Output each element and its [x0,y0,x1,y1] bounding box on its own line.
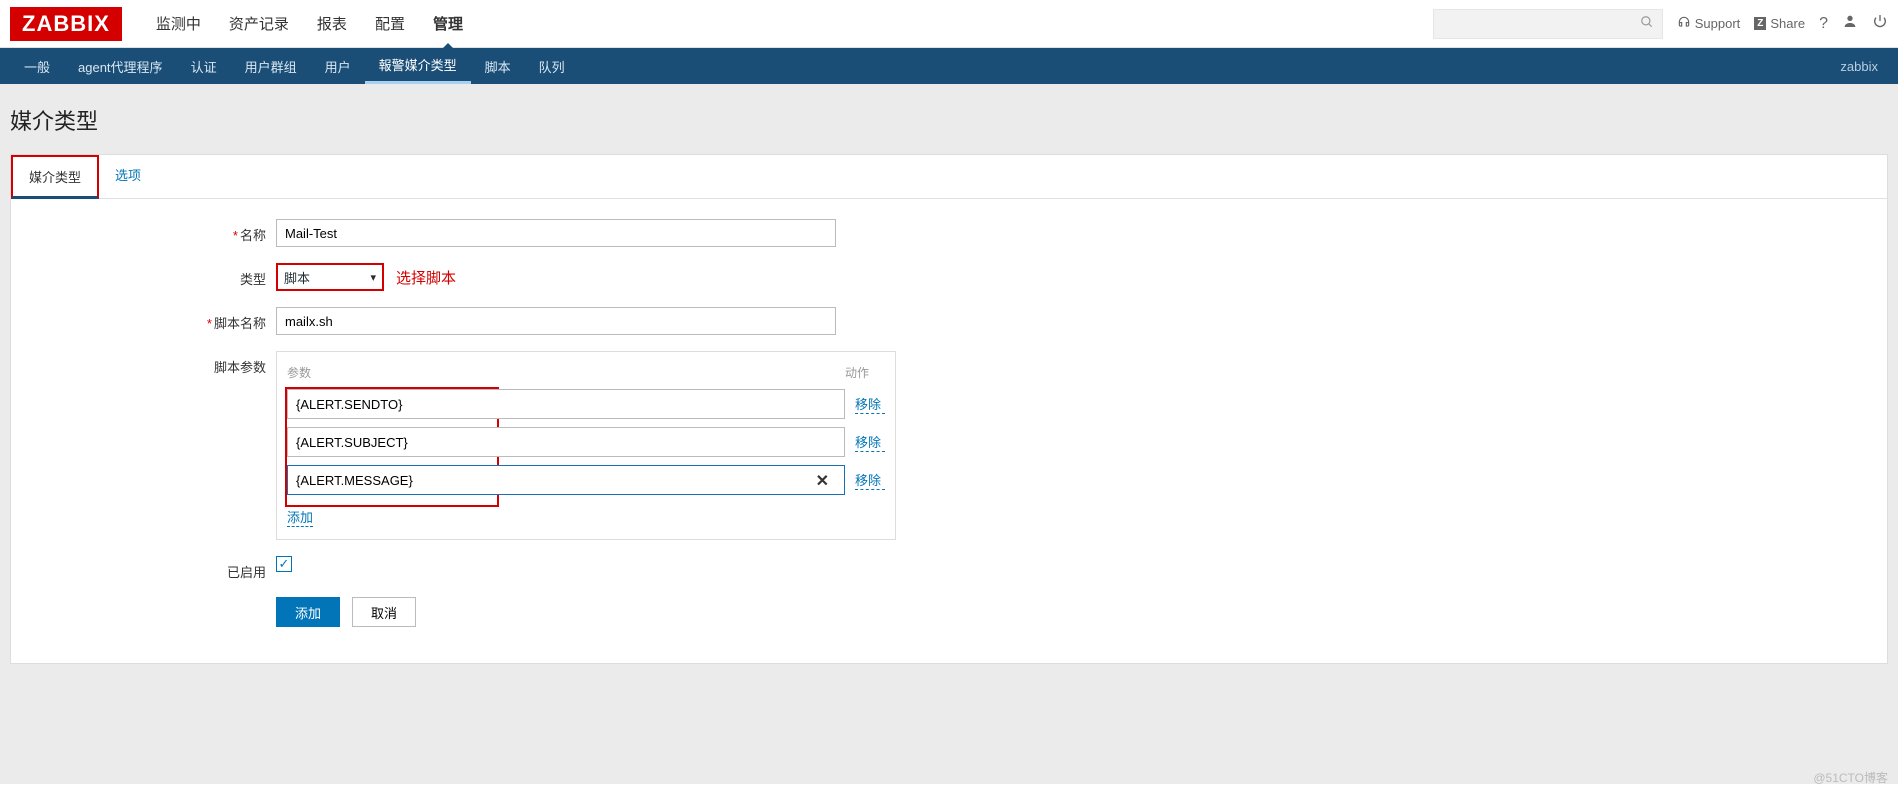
search-input[interactable] [1433,9,1663,39]
share-label: Share [1770,16,1805,31]
param-input-1[interactable] [287,427,845,457]
support-label: Support [1695,16,1741,31]
search-icon[interactable] [1640,15,1654,33]
brand-logo[interactable]: ZABBIX [10,7,122,41]
add-param-link[interactable]: 添加 [287,507,313,527]
param-input-0[interactable] [287,389,845,419]
sub-nav-mediatypes[interactable]: 報警媒介类型 [365,48,471,84]
user-icon[interactable] [1842,13,1858,34]
sub-nav-user[interactable]: zabbix [1840,59,1888,74]
page-title: 媒介类型 [10,94,1888,154]
sub-nav: 一般 agent代理程序 认证 用户群组 用户 報警媒介类型 脚本 队列 zab… [0,48,1898,84]
main-nav: 监测中 资产记录 报表 配置 管理 [142,0,477,48]
main-nav-monitoring[interactable]: 监测中 [142,0,215,48]
tab-mediatype[interactable]: 媒介类型 [11,155,99,199]
params-header-param: 参数 [287,364,845,381]
main-nav-inventory[interactable]: 资产记录 [215,0,303,48]
remove-param-2[interactable]: 移除 [855,470,885,490]
type-annotation: 选择脚本 [396,267,456,288]
sub-nav-queue[interactable]: 队列 [525,48,579,84]
sub-nav-auth[interactable]: 认证 [177,48,231,84]
label-params: 脚本参数 [214,360,266,375]
scriptname-input[interactable] [276,307,836,335]
label-type: 类型 [240,272,266,287]
param-input-2[interactable] [287,465,845,495]
form-panel: 媒介类型 选项 *名称 类型 脚本 ▾ 选择脚本 [10,154,1888,664]
main-nav-reports[interactable]: 报表 [303,0,361,48]
remove-param-0[interactable]: 移除 [855,394,885,414]
params-header-action: 动作 [845,364,885,381]
param-row: 移除 [287,427,885,457]
label-name: 名称 [240,228,266,243]
params-table: 参数 动作 移除 移除 [276,351,896,540]
sub-nav-usergroups[interactable]: 用户群组 [231,48,311,84]
headset-icon [1677,15,1691,32]
sub-nav-scripts[interactable]: 脚本 [471,48,525,84]
name-input[interactable] [276,219,836,247]
type-value: 脚本 [284,268,310,287]
sub-nav-general[interactable]: 一般 [10,48,64,84]
share-link[interactable]: Z Share [1754,16,1805,31]
enabled-checkbox[interactable]: ✓ [276,556,292,572]
submit-button[interactable]: 添加 [276,597,340,627]
param-row: ✕ 移除 [287,465,885,495]
tab-options[interactable]: 选项 [99,155,157,198]
label-scriptname: 脚本名称 [214,316,266,331]
cancel-button[interactable]: 取消 [352,597,416,627]
sub-nav-proxies[interactable]: agent代理程序 [64,48,177,84]
watermark: @51CTO博客 [1813,769,1888,786]
sub-nav-users[interactable]: 用户 [311,48,365,84]
support-link[interactable]: Support [1677,15,1741,32]
share-z-icon: Z [1754,17,1766,30]
chevron-down-icon: ▾ [370,271,376,284]
main-nav-administration[interactable]: 管理 [419,0,477,48]
help-icon[interactable]: ? [1819,15,1828,33]
main-nav-configuration[interactable]: 配置 [361,0,419,48]
label-enabled: 已启用 [227,565,266,580]
param-row: 移除 [287,389,885,419]
remove-param-1[interactable]: 移除 [855,432,885,452]
clear-icon[interactable]: ✕ [816,471,829,491]
type-select[interactable]: 脚本 ▾ [276,263,384,291]
power-icon[interactable] [1872,13,1888,34]
